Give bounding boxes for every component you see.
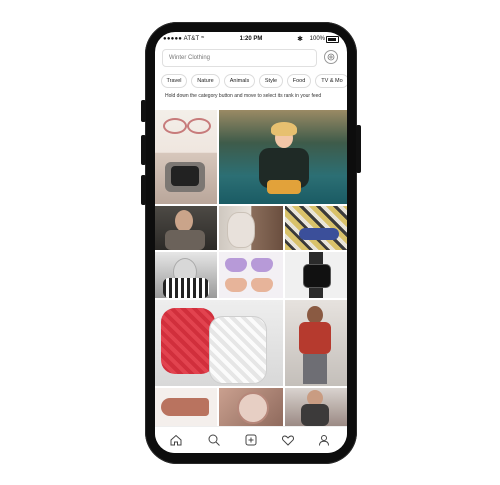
photo-rose-gold-watch[interactable]	[219, 388, 283, 426]
chip-style[interactable]: Style	[259, 74, 283, 88]
chip-tv-movies[interactable]: TV & Mo	[315, 74, 347, 88]
search-input[interactable]: Winter Clothing	[162, 49, 317, 67]
bottom-tab-bar	[155, 426, 347, 453]
photo-red-coat[interactable]	[285, 300, 347, 386]
category-chips: Travel Nature Animals Style Food TV & Mo	[155, 74, 347, 90]
battery-percent: 100%	[309, 36, 325, 42]
photo-heart-sunglasses[interactable]	[219, 252, 283, 298]
heart-icon[interactable]	[281, 433, 295, 447]
bluetooth-icon: ✱	[297, 36, 303, 43]
chip-animals[interactable]: Animals	[224, 74, 255, 88]
rank-hint: Hold down the category button and move t…	[165, 93, 322, 99]
photo-woman-winter[interactable]	[285, 388, 347, 426]
photo-backpacks[interactable]	[155, 300, 283, 386]
photo-man-scarf[interactable]	[155, 206, 217, 250]
search-row: Winter Clothing	[155, 49, 347, 69]
status-bar: ●●●●● AT&T ≈ 1:20 PM ✱ 100%	[155, 32, 347, 46]
battery-icon	[326, 36, 339, 43]
search-icon[interactable]	[207, 433, 221, 447]
chip-food[interactable]: Food	[287, 74, 311, 88]
power-button	[356, 125, 361, 173]
filter-settings-icon[interactable]	[324, 50, 338, 64]
phone-screen: ●●●●● AT&T ≈ 1:20 PM ✱ 100% Winter Cloth…	[155, 32, 347, 453]
photo-hair-style[interactable]	[219, 206, 283, 250]
photo-pink-shoes[interactable]	[155, 388, 217, 426]
chip-nature[interactable]: Nature	[191, 74, 220, 88]
chip-travel[interactable]: Travel	[161, 74, 187, 88]
volume-up-button	[141, 135, 146, 165]
mute-switch	[141, 100, 146, 122]
photo-sunglasses-watch[interactable]	[155, 110, 217, 204]
volume-down-button	[141, 175, 146, 205]
photo-smartwatch[interactable]	[285, 252, 347, 298]
photo-woman-waterfall[interactable]	[219, 110, 347, 204]
home-icon[interactable]	[169, 433, 183, 447]
explore-grid	[155, 110, 347, 426]
photo-sneakers[interactable]	[285, 206, 347, 250]
add-post-icon[interactable]	[244, 433, 258, 447]
photo-woman-scarf-bw[interactable]	[155, 252, 217, 298]
profile-icon[interactable]	[317, 433, 331, 447]
